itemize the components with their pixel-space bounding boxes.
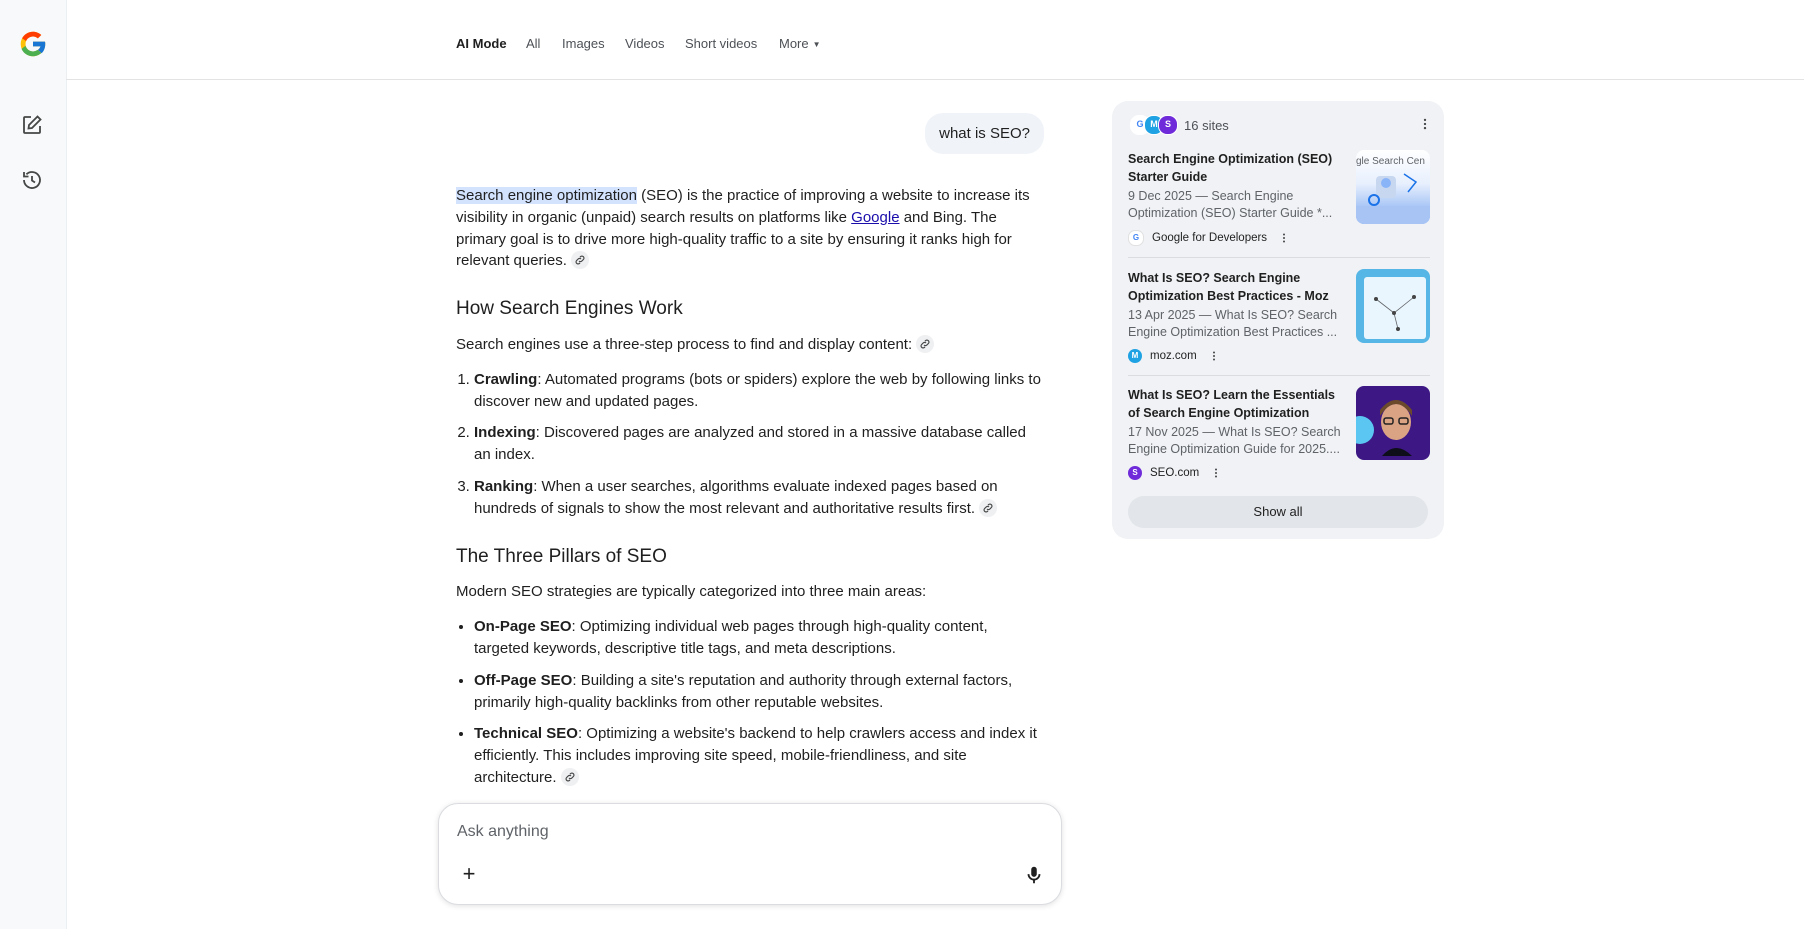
source-site: Mmoz.com [1128, 349, 1220, 363]
caret-down-icon: ▼ [812, 40, 821, 50]
list-item-term: Technical SEO [474, 725, 578, 743]
google-logo[interactable] [17, 28, 49, 60]
list-item-term: Indexing [474, 424, 536, 442]
sites-count: 16 sites [1184, 117, 1229, 133]
list-item-term: Off-Page SEO [474, 671, 573, 689]
section1-intro-text: Search engines use a three-step process … [456, 335, 913, 353]
source-card[interactable]: What Is SEO? Search Engine Optimization … [1128, 269, 1430, 381]
source-snippet: 9 Dec 2025 — Search Engine Optimization … [1128, 189, 1333, 220]
citation-link-icon[interactable] [916, 335, 935, 354]
source-site: S SEO.com [1128, 466, 1222, 480]
source-thumbnail[interactable] [1356, 386, 1430, 460]
section2-intro: Modern SEO strategies are typically cate… [456, 583, 927, 601]
source-title[interactable]: What Is SEO? Learn the Essentials of Sea… [1128, 386, 1344, 422]
source-name: Google for Developers [1152, 232, 1268, 245]
list-item-term: Crawling [474, 370, 538, 388]
top-nav-bar: AI Mode All Images Videos Short videos M… [66, 0, 1804, 80]
list-item: Indexing: Discovered pages are analyzed … [474, 422, 1044, 466]
citation-link-icon[interactable] [560, 767, 579, 786]
history-icon[interactable] [20, 168, 44, 192]
google-link[interactable]: Google [851, 209, 899, 226]
highlighted-term: Search engine optimization [456, 187, 637, 204]
source-card[interactable]: What Is SEO? Learn the Essentials of Sea… [1128, 386, 1430, 498]
section-heading-three-pillars: The Three Pillars of SEO [456, 545, 667, 567]
list-item: Off-Page SEO: Building a site's reputati… [474, 670, 1044, 714]
citation-link-icon[interactable] [979, 498, 998, 517]
tab-more-label: More [779, 36, 809, 51]
edit-square-icon[interactable] [20, 113, 44, 137]
user-query-bubble: what is SEO? [925, 113, 1044, 154]
list-item-term: Ranking [474, 477, 534, 495]
plus-icon[interactable]: + [457, 862, 481, 886]
seo-pillars-list: On-Page SEO: Optimizing individual web p… [456, 616, 1044, 789]
tab-ai-mode[interactable]: AI Mode [456, 36, 507, 51]
microphone-icon[interactable] [1023, 864, 1045, 886]
left-rail [0, 0, 67, 929]
search-steps-list: Crawling: Automated programs (bots or sp… [456, 369, 1044, 520]
thumbnail-graphic: gle Search Cen [1356, 156, 1430, 224]
source-snippet: 13 Apr 2025 — What Is SEO? Search Engine… [1128, 308, 1338, 339]
ask-input[interactable]: Ask anything [457, 823, 549, 841]
source-card[interactable]: Search Engine Optimization (SEO) Starter… [1128, 150, 1430, 262]
google-favicon-icon: G [1128, 230, 1144, 246]
tab-short-videos[interactable]: Short videos [685, 36, 757, 51]
tab-images[interactable]: Images [562, 36, 605, 51]
seo-favicon-icon: S [1158, 115, 1178, 135]
sources-panel: G M S 16 sites Search Engine Optimization (… [1112, 101, 1444, 539]
source-name: moz.com [1150, 350, 1197, 363]
thumbnail-text: gle Search Cen [1356, 156, 1425, 167]
list-item: Crawling: Automated programs (bots or sp… [474, 369, 1044, 413]
thumbnail-graphic [1364, 277, 1426, 339]
source-site: G Google for Developers [1128, 230, 1290, 246]
source-name: SEO.com [1150, 467, 1200, 480]
answer-intro: Search engine optimization (SEO) is the … [456, 185, 1044, 272]
section-heading-how-search-engines-work: How Search Engines Work [456, 298, 683, 320]
more-vert-icon[interactable] [1208, 350, 1220, 362]
seo-favicon-icon: S [1128, 466, 1142, 480]
ask-composer[interactable]: Ask anything + [438, 803, 1062, 905]
more-vert-icon[interactable] [1210, 467, 1222, 479]
divider [1128, 375, 1430, 376]
source-title[interactable]: Search Engine Optimization (SEO) Starter… [1128, 150, 1344, 186]
tab-all[interactable]: All [526, 36, 540, 51]
source-title[interactable]: What Is SEO? Search Engine Optimization … [1128, 269, 1344, 305]
tab-more[interactable]: More ▼ [779, 36, 821, 51]
show-all-button[interactable]: Show all [1128, 496, 1428, 528]
list-item-term: On-Page SEO [474, 618, 572, 636]
list-item: On-Page SEO: Optimizing individual web p… [474, 616, 1044, 660]
section1-intro: Search engines use a three-step process … [456, 334, 1044, 356]
moz-favicon-icon: M [1128, 349, 1142, 363]
source-thumbnail[interactable]: gle Search Cen [1356, 150, 1430, 224]
ai-answer: Search engine optimization (SEO) is the … [456, 185, 1044, 799]
more-vert-icon[interactable] [1278, 232, 1290, 244]
thumbnail-graphic [1356, 400, 1412, 456]
citation-link-icon[interactable] [570, 251, 589, 270]
list-item-text: : Automated programs (bots or spiders) e… [474, 370, 1041, 410]
sites-summary[interactable]: G M S 16 sites [1130, 115, 1229, 135]
source-thumbnail[interactable] [1356, 269, 1430, 343]
tab-videos[interactable]: Videos [625, 36, 665, 51]
list-item: Technical SEO: Optimizing a website's ba… [474, 723, 1044, 788]
source-snippet: 17 Nov 2025 — What Is SEO? Search Engine… [1128, 425, 1341, 456]
list-item-text: : When a user searches, algorithms evalu… [474, 477, 998, 517]
divider [1128, 257, 1430, 258]
list-item-text: : Discovered pages are analyzed and stor… [474, 424, 1026, 464]
list-item: Ranking: When a user searches, algorithm… [474, 476, 1044, 520]
more-vert-icon[interactable] [1418, 117, 1432, 131]
